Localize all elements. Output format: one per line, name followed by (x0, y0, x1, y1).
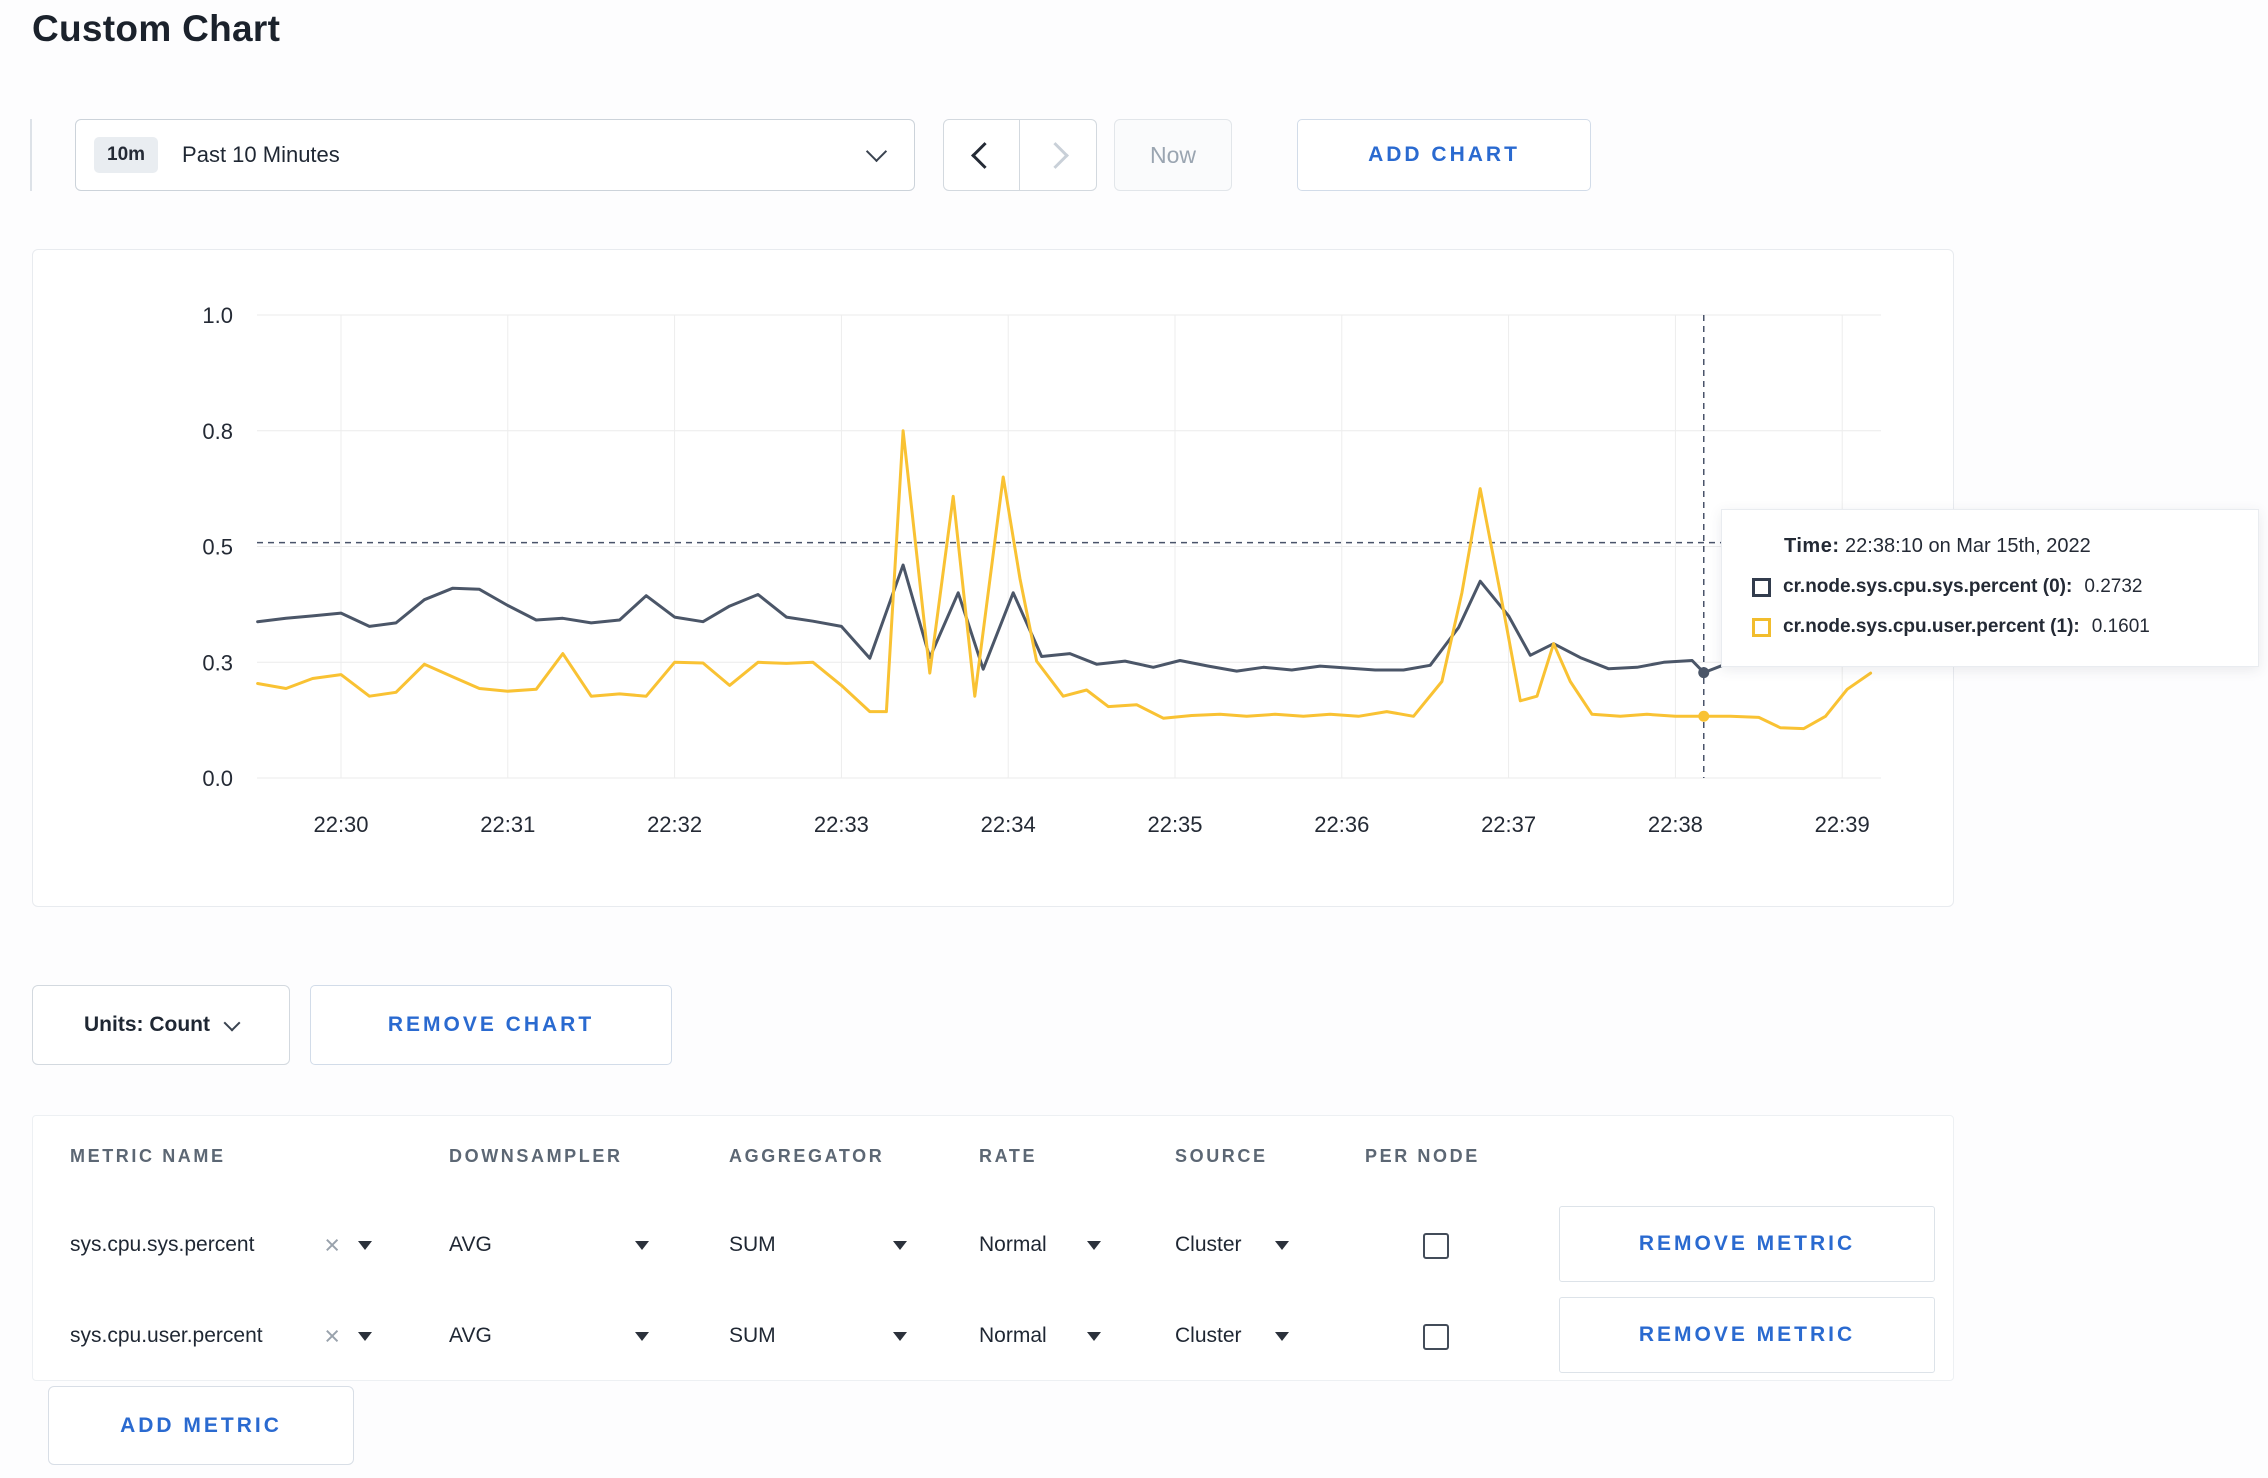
svg-text:22:31: 22:31 (480, 812, 535, 837)
svg-text:22:32: 22:32 (647, 812, 702, 837)
source-select[interactable]: Cluster (1175, 1311, 1289, 1361)
aggregator-select[interactable]: SUM (729, 1220, 907, 1270)
downsampler-value: AVG (449, 1324, 492, 1347)
downsampler-select[interactable]: AVG (449, 1220, 649, 1270)
metric-name-select[interactable]: sys.cpu.user.percent × (70, 1311, 372, 1361)
metrics-line-chart[interactable]: 1.0 0.8 0.5 0.3 0.0 22:30 22:31 22:32 22:33 22:34… (33, 250, 1953, 906)
remove-metric-button[interactable]: REMOVE METRIC (1559, 1297, 1935, 1373)
caret-down-icon (893, 1240, 907, 1250)
series-swatch-sys-icon (1752, 577, 1771, 597)
tooltip-time-row: Time: 22:38:10 on Mar 15th, 2022 (1752, 535, 2240, 558)
aggregator-value: SUM (729, 1324, 776, 1347)
metric-name-value: sys.cpu.user.percent (70, 1324, 263, 1347)
clear-metric-icon[interactable]: × (324, 1231, 340, 1259)
chart-card: 1.0 0.8 0.5 0.3 0.0 22:30 22:31 22:32 22:33 22:34… (32, 249, 1954, 907)
rate-select[interactable]: Normal (979, 1220, 1101, 1270)
source-select[interactable]: Cluster (1175, 1220, 1289, 1270)
per-node-checkbox[interactable] (1423, 1233, 1449, 1259)
rate-value: Normal (979, 1324, 1047, 1347)
tooltip-series-value: 0.2732 (2084, 576, 2143, 597)
chart-tooltip: Time: 22:38:10 on Mar 15th, 2022 cr.node… (1721, 509, 2259, 667)
caret-down-icon (358, 1240, 372, 1250)
time-pager (943, 119, 1097, 191)
per-node-checkbox[interactable] (1423, 1324, 1449, 1350)
col-header-source: SOURCE (1175, 1146, 1268, 1166)
svg-text:0.8: 0.8 (202, 419, 233, 444)
svg-text:0.3: 0.3 (202, 650, 233, 675)
source-value: Cluster (1175, 1233, 1242, 1256)
add-chart-button[interactable]: ADD CHART (1297, 119, 1591, 191)
prev-time-button[interactable] (943, 119, 1020, 191)
metrics-table: METRIC NAME DOWNSAMPLER AGGREGATOR RATE … (32, 1115, 1954, 1381)
series-swatch-user-icon (1752, 617, 1771, 637)
aggregator-select[interactable]: SUM (729, 1311, 907, 1361)
svg-text:0.0: 0.0 (202, 766, 233, 791)
caret-down-icon (358, 1331, 372, 1341)
add-metric-button[interactable]: ADD METRIC (48, 1386, 354, 1465)
metric-name-select[interactable]: sys.cpu.sys.percent × (70, 1220, 372, 1270)
remove-metric-button[interactable]: REMOVE METRIC (1559, 1206, 1935, 1282)
units-dropdown[interactable]: Units: Count (32, 985, 290, 1065)
source-value: Cluster (1175, 1324, 1242, 1347)
svg-text:1.0: 1.0 (202, 303, 233, 328)
caret-down-icon (1275, 1240, 1289, 1250)
col-header-aggregator: AGGREGATOR (729, 1146, 885, 1166)
remove-chart-button[interactable]: REMOVE CHART (310, 985, 672, 1065)
tooltip-time-label: Time: (1784, 535, 1840, 557)
metric-name-value: sys.cpu.sys.percent (70, 1233, 255, 1256)
downsampler-value: AVG (449, 1233, 492, 1256)
caret-down-icon (635, 1331, 649, 1341)
col-header-per-node: PER NODE (1365, 1146, 1480, 1166)
clear-metric-icon[interactable]: × (324, 1322, 340, 1350)
next-time-button[interactable] (1020, 119, 1097, 191)
time-range-badge: 10m (94, 137, 159, 173)
rate-value: Normal (979, 1233, 1047, 1256)
rate-select[interactable]: Normal (979, 1311, 1101, 1361)
now-button[interactable]: Now (1114, 119, 1232, 191)
chevron-left-icon (971, 141, 998, 169)
tooltip-series-row: cr.node.sys.cpu.sys.percent (0): 0.2732 (1752, 576, 2240, 598)
chevron-right-icon (1041, 141, 1069, 169)
aggregator-value: SUM (729, 1233, 776, 1256)
time-range-label: Past 10 Minutes (182, 142, 340, 167)
tooltip-series-row: cr.node.sys.cpu.user.percent (1): 0.1601 (1752, 616, 2240, 638)
svg-text:0.5: 0.5 (202, 535, 233, 560)
downsampler-select[interactable]: AVG (449, 1311, 649, 1361)
units-label: Units: Count (84, 1013, 210, 1036)
caret-down-icon (1087, 1331, 1101, 1341)
svg-text:22:30: 22:30 (313, 812, 368, 837)
time-range-dropdown[interactable]: 10m Past 10 Minutes (75, 119, 915, 191)
svg-text:22:39: 22:39 (1815, 812, 1870, 837)
caret-down-icon (893, 1331, 907, 1341)
caret-down-icon (635, 1240, 649, 1250)
col-header-downsampler: DOWNSAMPLER (449, 1146, 623, 1166)
col-header-rate: RATE (979, 1146, 1038, 1166)
caret-down-icon (1275, 1331, 1289, 1341)
svg-text:22:34: 22:34 (981, 812, 1036, 837)
svg-text:22:38: 22:38 (1648, 812, 1703, 837)
tooltip-series-value: 0.1601 (2091, 616, 2150, 637)
svg-text:22:37: 22:37 (1481, 812, 1536, 837)
chevron-down-icon (865, 140, 888, 163)
chevron-down-icon (223, 1014, 241, 1031)
svg-text:22:36: 22:36 (1314, 812, 1369, 837)
col-header-metric-name: METRIC NAME (70, 1146, 226, 1166)
tooltip-series-label: cr.node.sys.cpu.user.percent (1): (1783, 616, 2080, 637)
toolbar-left-divider (30, 119, 32, 191)
svg-text:22:33: 22:33 (814, 812, 869, 837)
page-title: Custom Chart (32, 8, 281, 49)
caret-down-icon (1087, 1240, 1101, 1250)
tooltip-time-value: 22:38:10 on Mar 15th, 2022 (1845, 535, 2091, 557)
tooltip-series-label: cr.node.sys.cpu.sys.percent (0): (1783, 576, 2073, 597)
svg-text:22:35: 22:35 (1147, 812, 1202, 837)
